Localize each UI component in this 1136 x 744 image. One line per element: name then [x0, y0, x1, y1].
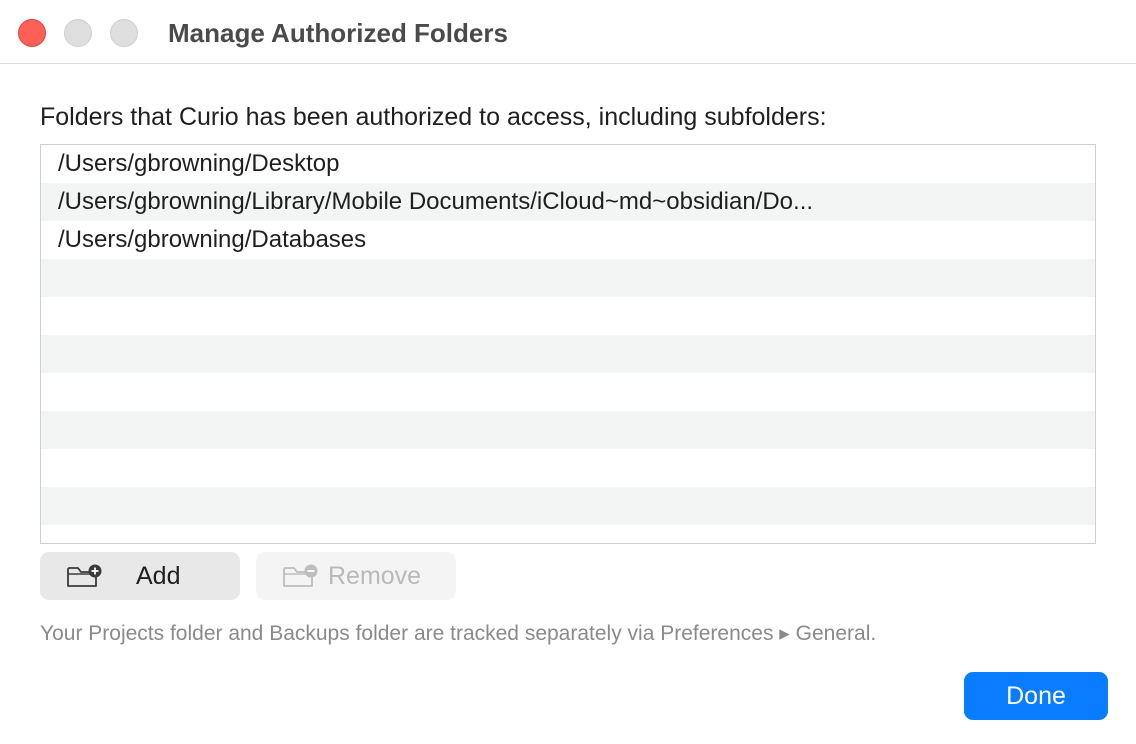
empty-row [41, 259, 1095, 297]
window-title: Manage Authorized Folders [168, 18, 508, 48]
folder-plus-icon [67, 564, 102, 587]
folders-prompt: Folders that Curio has been authorized t… [40, 103, 827, 131]
empty-row [41, 297, 1095, 335]
zoom-window-button[interactable] [110, 19, 138, 47]
empty-row [41, 449, 1095, 487]
remove-button-label: Remove [328, 562, 422, 590]
empty-row [41, 525, 1095, 543]
add-folder-button[interactable]: Add [40, 552, 240, 600]
title-bar: Manage Authorized Folders [0, 0, 1136, 64]
folder-minus-icon [283, 564, 318, 587]
folder-row[interactable]: /Users/gbrowning/Desktop [41, 145, 1095, 183]
folder-row[interactable]: /Users/gbrowning/Library/Mobile Document… [41, 183, 1095, 221]
manage-authorized-folders-window: Manage Authorized Folders Folders that C… [0, 0, 1136, 744]
empty-row [41, 335, 1095, 373]
close-window-button[interactable] [18, 19, 46, 47]
authorized-folders-list[interactable]: /Users/gbrowning/Desktop /Users/gbrownin… [40, 144, 1096, 544]
add-button-label: Add [136, 562, 181, 590]
empty-row [41, 373, 1095, 411]
empty-row [41, 487, 1095, 525]
remove-folder-button[interactable]: Remove [256, 552, 456, 600]
empty-row [41, 411, 1095, 449]
tracking-footnote: Your Projects folder and Backups folder … [40, 622, 877, 645]
done-button[interactable]: Done [964, 672, 1108, 720]
minimize-window-button[interactable] [64, 19, 92, 47]
folder-row[interactable]: /Users/gbrowning/Databases [41, 221, 1095, 259]
